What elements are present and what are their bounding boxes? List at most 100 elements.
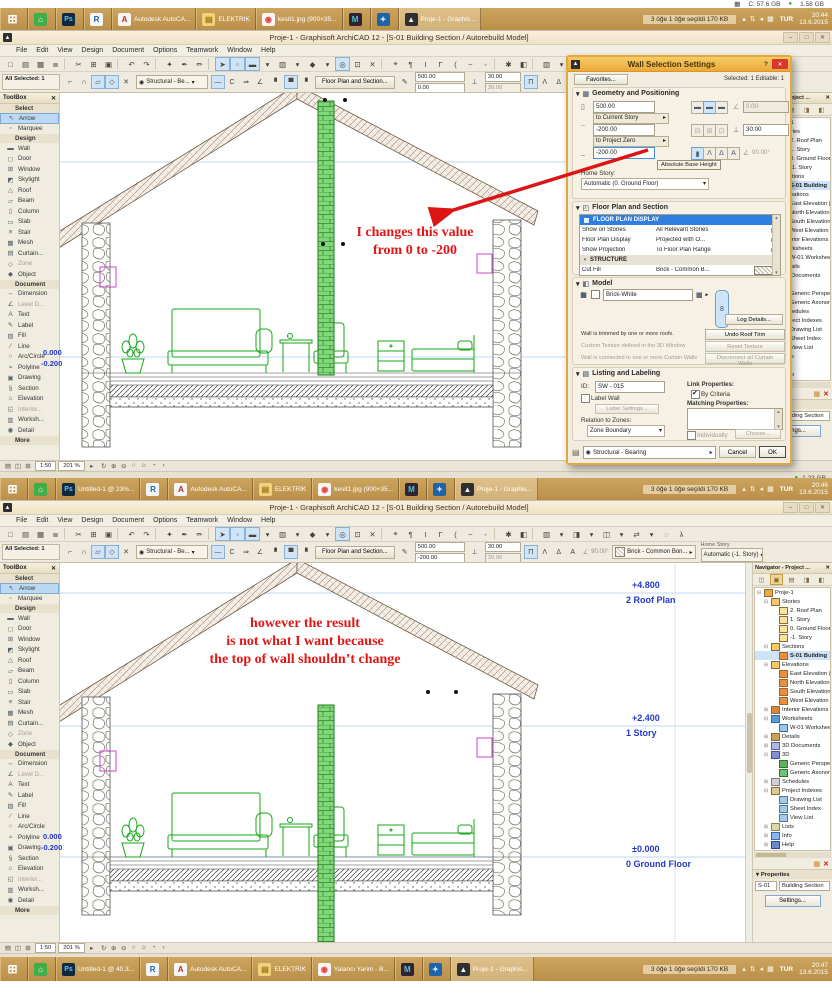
object-tool-icon[interactable]: ◆ <box>305 57 320 71</box>
help-button[interactable]: ? <box>760 61 772 68</box>
wall-mode-icon[interactable]: ▬ <box>245 57 260 71</box>
matching-properties-listbox[interactable]: ▲ ▼ <box>687 408 783 430</box>
undo-icon[interactable]: ↶ <box>124 57 139 71</box>
navigator-item[interactable]: Generic Axonom... <box>790 298 830 307</box>
toolbox-item-slab[interactable]: ▭ Slab <box>0 687 59 698</box>
cancel-selection-icon[interactable]: ✕ <box>119 75 133 89</box>
pane-grid-icon[interactable]: ⊞ <box>23 944 33 952</box>
floorplan-setting-row[interactable]: Floor Plan DisplayProjected with O...⊟ <box>580 235 780 245</box>
wall-plain-icon[interactable]: Π <box>523 545 538 559</box>
taskbar-3dsmax[interactable]: M <box>394 957 423 981</box>
toolbox-item-skylight[interactable]: ◩ Skylight <box>0 175 59 186</box>
arc-tool-icon[interactable]: ( <box>448 57 463 71</box>
organizer-icon[interactable]: ◫ <box>599 527 614 541</box>
by-criteria-checkbox[interactable] <box>691 389 700 399</box>
segment-line-icon[interactable]: — <box>211 75 225 89</box>
toolbox-item-mesh[interactable]: ▦ Mesh <box>0 708 59 719</box>
taskbar-app-green[interactable]: ⌂ <box>28 8 56 30</box>
log-details-button[interactable]: Log Details... <box>725 314 783 325</box>
navigator-item[interactable]: ⊞ Details <box>790 262 830 271</box>
marquee-mode-icon[interactable]: ▫ <box>230 527 245 541</box>
taskbar-app-green[interactable]: ⌂ <box>28 478 56 500</box>
navigator-item[interactable]: East Elevation (... <box>755 669 830 678</box>
cut-fill-row[interactable]: Cut Fill Brick - Common B... <box>580 265 780 275</box>
toolbox-item-window[interactable]: ⊞ Window <box>0 164 59 175</box>
node-icon[interactable]: ◦ <box>478 57 493 71</box>
dialog-titlebar[interactable]: ▲ Wall Selection Settings ? ✕ <box>568 57 790 72</box>
wall-height-field[interactable]: 500.00 <box>414 542 465 552</box>
clock[interactable]: 20:46 13.6.2015 <box>799 482 828 497</box>
navigator-new-icon[interactable]: ▦ <box>814 390 821 398</box>
segment-arc-icon[interactable]: C <box>225 545 239 559</box>
navigator-item[interactable]: ⊞ Lists <box>790 352 830 361</box>
separator[interactable] <box>155 528 161 540</box>
label-tool-icon[interactable]: I <box>418 527 433 541</box>
navigator-item[interactable]: ⊞ Schedules <box>755 777 830 786</box>
taskbar-start-button[interactable]: ⊞ <box>0 957 28 981</box>
toolbox-item-detail[interactable]: ◉ Detail <box>0 425 59 436</box>
wall-complex-icon[interactable]: A <box>566 545 580 559</box>
wall-plain-icon[interactable]: Π <box>523 75 538 89</box>
camera-icon[interactable]: ◎ <box>335 57 350 71</box>
wall-slanted-icon[interactable]: Λ <box>538 75 552 89</box>
taskbar-app-blue[interactable]: ✦ <box>422 957 451 981</box>
navigator-item[interactable]: W-01 Workshee... <box>790 253 830 262</box>
menu-item[interactable]: Help <box>261 517 275 524</box>
id-field[interactable]: SW - 015 <box>595 381 665 393</box>
navigator-item[interactable]: 0. Ground Floor <box>755 624 830 633</box>
close-icon[interactable]: ✕ <box>825 565 830 571</box>
thickness-field[interactable]: 30.00 <box>484 542 521 552</box>
toolbox-item-level-dimension[interactable]: ∠ Level D... <box>0 299 59 310</box>
thickness-field[interactable]: 30.00 <box>484 72 521 82</box>
layout-book-icon[interactable]: ◨ <box>800 104 813 115</box>
project-map-icon[interactable]: ▣ <box>770 574 783 585</box>
taskbar-folder-elektrik[interactable]: ▤ ELEKTRIK <box>252 957 312 981</box>
navigator-item[interactable]: Drawing List <box>790 325 830 334</box>
fit-in-window-icon[interactable]: ⌖ <box>388 57 403 71</box>
toolbox-item-slab[interactable]: ▭ Slab <box>0 217 59 228</box>
toolbox-item-text[interactable]: A Text <box>0 780 59 791</box>
home-story-combo[interactable]: Automatic (-1. Story)▾ <box>700 548 763 562</box>
taskbar-autocad[interactable]: A Autodesk AutoCA... <box>112 8 197 30</box>
zoom-out-icon[interactable]: ⊖ <box>119 944 129 952</box>
run-icon[interactable]: λ <box>674 527 689 541</box>
wall-poly-icon[interactable]: ◇ <box>105 545 119 559</box>
floorplan-display-header-row[interactable]: ▦ FLOOR PLAN DISPLAY <box>580 215 780 225</box>
text-tool-icon[interactable]: ¶ <box>403 527 418 541</box>
save-icon[interactable]: ▦ <box>33 57 48 71</box>
navigator-item[interactable]: W-01 Workshee... <box>755 723 830 732</box>
listing-section-header[interactable]: ▾ ▤ Listing and Labeling <box>573 368 785 379</box>
taskbar-autocad[interactable]: A Autodesk AutoCA... <box>168 957 253 981</box>
toolbox-item-dimension[interactable]: ↔ Dimension <box>0 289 59 300</box>
offset-icon[interactable]: ⇒ <box>239 75 253 89</box>
delete-icon[interactable]: ✕ <box>365 527 380 541</box>
publisher-icon[interactable]: ◧ <box>815 574 828 585</box>
navigator-item[interactable]: ⊟ Sections <box>790 172 830 181</box>
navigator-item[interactable]: 1. Story <box>755 615 830 624</box>
language-indicator[interactable]: TUR <box>780 486 793 493</box>
menu-item[interactable]: Design <box>81 517 103 524</box>
tray-volume-icon[interactable]: ◂ <box>760 15 764 23</box>
taskbar-3dsmax[interactable]: M <box>399 478 428 500</box>
offset-c-icon[interactable]: ⊡ <box>715 124 728 137</box>
corner-icon[interactable]: Γ <box>433 527 448 541</box>
navigator-item[interactable]: 2. Roof Plan <box>790 136 830 145</box>
toolbox-item-roof[interactable]: △ Roof <box>0 655 59 666</box>
toolbox-header-select[interactable]: Select <box>0 574 59 583</box>
toolbox-item-curtain-wall[interactable]: ▤ Curtain... <box>0 718 59 729</box>
floorplan-setting-row[interactable]: Show ProjectionTo Floor Plan Range⊠ <box>580 245 780 255</box>
tree-expander-icon[interactable]: ⊞ <box>763 833 769 839</box>
toolbox-item-elevation[interactable]: ⌂ Elevation <box>0 394 59 405</box>
expand-icon[interactable]: ▸ <box>87 944 97 952</box>
cut-icon[interactable]: ✂ <box>71 57 86 71</box>
menu-item[interactable]: Edit <box>36 517 48 524</box>
taskbar-archicad[interactable]: ▲ Proje-1 - Graphis... <box>450 957 534 981</box>
wall-slanted-icon[interactable]: Λ <box>538 545 552 559</box>
layer-combo[interactable]: ◉ Structural - Bearing ▸ <box>582 445 716 459</box>
new-icon[interactable]: □ <box>3 527 18 541</box>
taskbar-app-green[interactable]: ⌂ <box>28 957 56 981</box>
scale-button[interactable]: 1:50 <box>35 943 57 953</box>
taskbar-revit[interactable]: R <box>84 8 112 30</box>
listbox-scrollbar[interactable]: ▲ ▼ <box>772 215 780 275</box>
view-name-field[interactable]: Building Section <box>779 881 830 891</box>
